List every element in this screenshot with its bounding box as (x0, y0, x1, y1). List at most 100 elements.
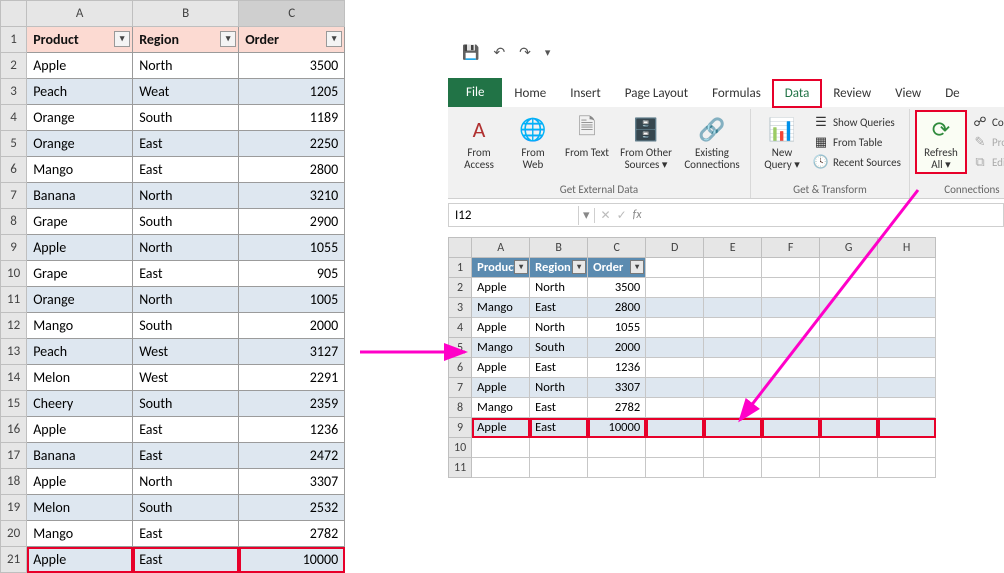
col-header-f[interactable]: F (762, 238, 820, 258)
cell-region[interactable]: South (133, 313, 239, 339)
cell[interactable] (878, 358, 936, 378)
col-header-a[interactable]: A (472, 238, 530, 258)
cell[interactable] (646, 258, 704, 278)
filter-icon[interactable]: ▾ (114, 31, 130, 47)
cell-product[interactable]: Apple (472, 278, 530, 298)
tab-home[interactable]: Home (502, 80, 558, 107)
cell[interactable] (762, 398, 820, 418)
cell-region[interactable]: West (133, 339, 239, 365)
cell-order[interactable]: 3210 (239, 183, 345, 209)
cell[interactable] (762, 338, 820, 358)
cell-order[interactable]: 905 (239, 261, 345, 287)
header-product[interactable]: Product▾ (27, 27, 133, 53)
row-header[interactable]: 19 (1, 495, 27, 521)
cell-product[interactable]: Orange (27, 131, 133, 157)
select-all-corner[interactable] (449, 238, 472, 258)
cell-region[interactable]: North (133, 469, 239, 495)
row-header[interactable]: 9 (1, 235, 27, 261)
row-header[interactable]: 10 (449, 438, 472, 458)
cell[interactable] (820, 418, 878, 438)
cell[interactable] (530, 458, 588, 478)
col-header-b[interactable]: B (530, 238, 588, 258)
from-text-button[interactable]: 🗎From Text (562, 111, 612, 161)
row-header[interactable]: 5 (1, 131, 27, 157)
cell-product[interactable]: Orange (27, 287, 133, 313)
row-header[interactable]: 14 (1, 365, 27, 391)
cell-product[interactable]: Cheery (27, 391, 133, 417)
cell-region[interactable]: West (133, 365, 239, 391)
cell[interactable] (878, 398, 936, 418)
from-table-button[interactable]: ▦From Table (811, 133, 903, 151)
row-header[interactable]: 2 (1, 53, 27, 79)
cell-order[interactable]: 2359 (239, 391, 345, 417)
redo-icon[interactable]: ↷ (519, 44, 531, 61)
cell-product[interactable]: Mango (472, 398, 530, 418)
cell[interactable] (646, 378, 704, 398)
cell[interactable] (646, 398, 704, 418)
cell-region[interactable]: North (133, 53, 239, 79)
cell-region[interactable]: North (133, 235, 239, 261)
cell-product[interactable]: Apple (472, 418, 530, 438)
tab-view[interactable]: View (883, 80, 933, 107)
row-header[interactable]: 11 (449, 458, 472, 478)
cell-order[interactable]: 1005 (239, 287, 345, 313)
cell-order[interactable]: 2000 (239, 313, 345, 339)
cell-region[interactable]: South (133, 495, 239, 521)
row-header[interactable]: 18 (1, 469, 27, 495)
cell-order[interactable]: 1055 (588, 318, 646, 338)
cell-product[interactable]: Melon (27, 365, 133, 391)
cell[interactable] (762, 298, 820, 318)
col-header-c[interactable]: C (588, 238, 646, 258)
cell-order[interactable]: 2291 (239, 365, 345, 391)
cell[interactable] (704, 318, 762, 338)
cell-product[interactable]: Mango (27, 313, 133, 339)
cell-order[interactable]: 3500 (239, 53, 345, 79)
cell[interactable] (878, 458, 936, 478)
cell[interactable] (704, 258, 762, 278)
col-header-d[interactable]: D (646, 238, 704, 258)
cell-order[interactable]: 2472 (239, 443, 345, 469)
cell[interactable] (646, 278, 704, 298)
row-header[interactable]: 5 (449, 338, 472, 358)
cell-region[interactable]: East (133, 443, 239, 469)
cell-region[interactable]: South (133, 391, 239, 417)
cell[interactable] (646, 418, 704, 438)
cell[interactable] (820, 318, 878, 338)
cell-product[interactable]: Grape (27, 261, 133, 287)
cell-product[interactable]: Apple (472, 378, 530, 398)
cell[interactable] (820, 358, 878, 378)
cell[interactable] (646, 458, 704, 478)
cell[interactable] (820, 458, 878, 478)
cell-product[interactable]: Peach (27, 339, 133, 365)
row-header[interactable]: 7 (1, 183, 27, 209)
row-header[interactable]: 4 (1, 105, 27, 131)
cell-product[interactable]: Peach (27, 79, 133, 105)
cell[interactable] (762, 278, 820, 298)
row-header[interactable]: 17 (1, 443, 27, 469)
cell[interactable] (588, 458, 646, 478)
show-queries-button[interactable]: ☰Show Queries (811, 113, 903, 131)
cell-region[interactable]: North (530, 278, 588, 298)
filter-icon[interactable]: ▾ (572, 260, 586, 274)
cell-region[interactable]: North (530, 378, 588, 398)
row-header[interactable]: 12 (1, 313, 27, 339)
cell-product[interactable]: Banana (27, 183, 133, 209)
cell-order[interactable]: 3500 (588, 278, 646, 298)
cell[interactable] (878, 418, 936, 438)
header-region[interactable]: Region▾ (133, 27, 239, 53)
cell-order[interactable]: 2250 (239, 131, 345, 157)
cell[interactable] (878, 318, 936, 338)
cell-product[interactable]: Apple (472, 358, 530, 378)
edit-links-button[interactable]: ⧉Edit Lin (970, 153, 1004, 171)
cell-product[interactable]: Apple (27, 235, 133, 261)
cell[interactable] (820, 298, 878, 318)
cell-region[interactable]: East (530, 358, 588, 378)
cell[interactable] (820, 258, 878, 278)
from-web-button[interactable]: 🌐From Web (508, 111, 558, 173)
refresh-all-button[interactable]: ⟳Refresh All ▾ (916, 111, 966, 173)
cell-product[interactable]: Apple (27, 469, 133, 495)
cell[interactable] (762, 458, 820, 478)
cell-product[interactable]: Apple (472, 318, 530, 338)
cell-product[interactable]: Orange (27, 105, 133, 131)
cell[interactable] (704, 278, 762, 298)
